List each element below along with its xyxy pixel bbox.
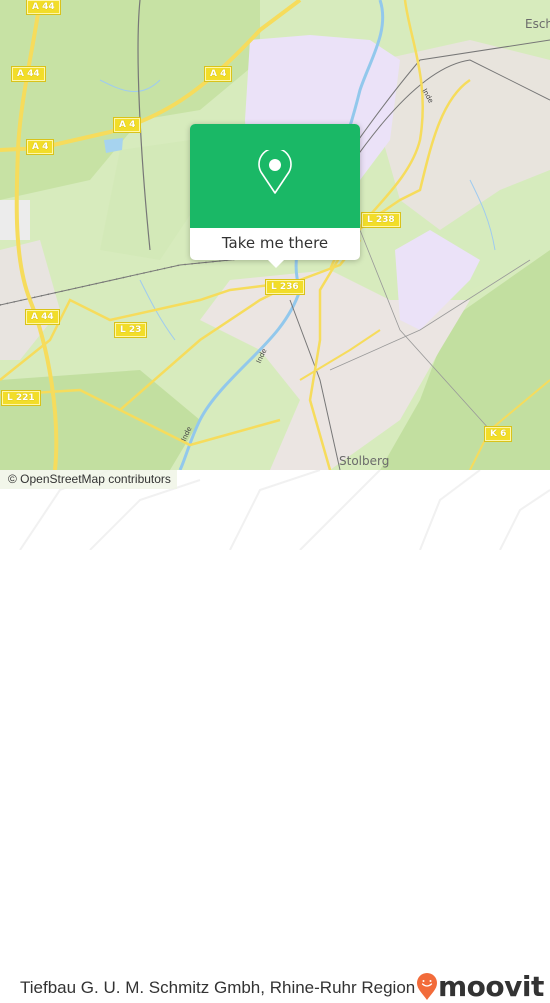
- road-shield-l236: L 236: [265, 279, 305, 295]
- road-shield-a4: A 4: [25, 139, 55, 155]
- road-shield-l221: L 221: [1, 390, 41, 406]
- moovit-pin-icon: [417, 973, 437, 1000]
- road-shield-a44: A 44: [26, 0, 61, 15]
- place-label-eschweiler: Esch: [525, 17, 550, 31]
- take-me-there-button[interactable]: Take me there: [190, 228, 360, 260]
- road-shield-a44: A 44: [11, 66, 46, 82]
- road-shield-l23: L 23: [113, 322, 148, 338]
- location-pin-icon: [258, 150, 292, 194]
- forest-area: [100, 140, 200, 260]
- popup-header: [190, 124, 360, 228]
- road-shield-l238: L 238: [361, 212, 401, 228]
- road-shield-a44: A 44: [25, 309, 60, 325]
- road-shield-k6: K 6: [483, 426, 513, 442]
- forest-area: [0, 370, 200, 470]
- map-view[interactable]: A 44 A 44 A 4 A 4 A 4 A 44 L 23 L 221 L …: [0, 0, 550, 470]
- place-label-stolberg: Stolberg: [339, 454, 390, 468]
- map-attribution[interactable]: © OpenStreetMap contributors: [0, 470, 177, 489]
- place-title: Tiefbau G. U. M. Schmitz Gmbh, Rhine-Ruh…: [20, 978, 416, 997]
- road-shield-a4: A 4: [112, 117, 142, 133]
- moovit-wordmark: moovit: [438, 970, 544, 1003]
- road-shield-a4: A 4: [203, 66, 233, 82]
- location-popup[interactable]: Take me there: [190, 124, 360, 268]
- popup-pointer: [267, 259, 285, 268]
